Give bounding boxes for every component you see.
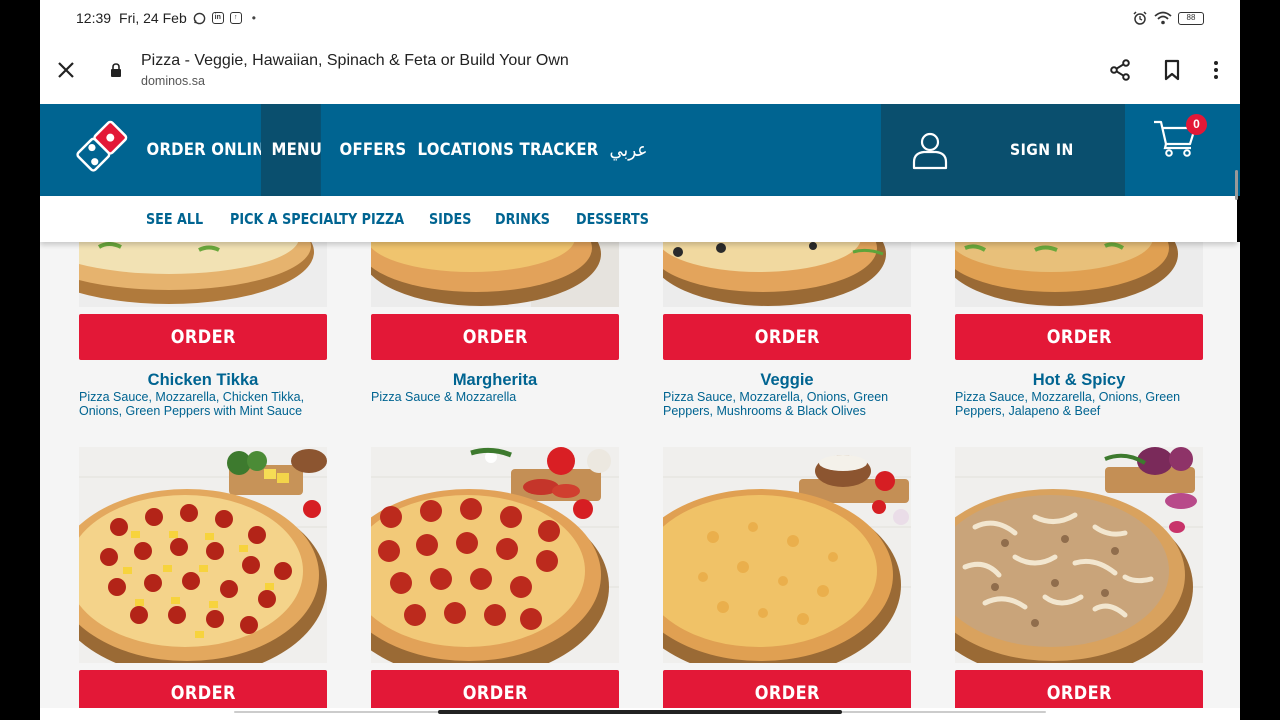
- order-button[interactable]: ORDER: [663, 670, 911, 708]
- scrollbar[interactable]: [1235, 170, 1238, 200]
- menu-subnav: SEE ALL PICK A SPECIALTY PIZZA SIDES DRI…: [40, 196, 1237, 242]
- page-url[interactable]: dominos.sa: [141, 74, 205, 88]
- pizza-image: [663, 447, 911, 663]
- pizza-image: [955, 447, 1203, 663]
- nav-menu[interactable]: MENU: [261, 104, 322, 196]
- pizza-image: [79, 447, 327, 663]
- order-button[interactable]: ORDER: [79, 314, 327, 360]
- lock-icon: [111, 63, 121, 77]
- pizza-image: [955, 242, 1203, 307]
- whatsapp-icon: [193, 12, 206, 24]
- dominos-logo[interactable]: [68, 118, 130, 180]
- pizza-image: [79, 242, 327, 307]
- pizza-image: [371, 242, 619, 307]
- upload-icon: ↑: [229, 12, 242, 24]
- gesture-bar: [40, 708, 1240, 720]
- user-icon: [912, 132, 948, 170]
- menu-grid: ORDER Chicken Tikka Pizza Sauce, Mozzare…: [40, 242, 1240, 708]
- close-icon[interactable]: [54, 58, 78, 82]
- order-button[interactable]: ORDER: [663, 314, 911, 360]
- browser-toolbar: Pizza - Veggie, Hawaiian, Spinach & Feta…: [40, 36, 1240, 104]
- alarm-icon: [1133, 11, 1147, 25]
- nav-locations[interactable]: LOCATIONS: [407, 104, 514, 196]
- main-nav: ORDER ONLINE MENU OFFERS LOCATIONS TRACK…: [136, 104, 666, 196]
- subnav-sides[interactable]: SIDES: [429, 210, 471, 228]
- more-notifications-icon: •: [251, 11, 256, 25]
- order-button[interactable]: ORDER: [371, 314, 619, 360]
- subnav-desserts[interactable]: DESSERTS: [576, 210, 649, 228]
- page-title: Pizza - Veggie, Hawaiian, Spinach & Feta…: [141, 52, 569, 69]
- status-time: 12:39: [76, 10, 112, 26]
- pizza-image: [663, 242, 911, 307]
- subnav-drinks[interactable]: DRINKS: [495, 210, 550, 228]
- nav-offers[interactable]: OFFERS: [329, 104, 407, 196]
- pizza-description: Pizza Sauce, Mozzarella, Chicken Tikka, …: [79, 390, 305, 418]
- pizza-name[interactable]: Hot & Spicy: [955, 371, 1203, 390]
- cart-count-badge: 0: [1186, 114, 1207, 135]
- nav-tracker[interactable]: TRACKER: [509, 104, 599, 196]
- home-indicator[interactable]: [438, 710, 842, 714]
- nav-arabic[interactable]: عربي: [599, 104, 658, 196]
- order-button[interactable]: ORDER: [955, 670, 1203, 708]
- status-date: Fri, 24 Feb: [119, 10, 187, 26]
- more-options-icon[interactable]: [1204, 58, 1228, 82]
- site-header: ORDER ONLINE MENU OFFERS LOCATIONS TRACK…: [40, 104, 1240, 196]
- sign-in-label: SIGN IN: [1010, 140, 1074, 159]
- pizza-description: Pizza Sauce, Mozzarella, Onions, Green P…: [955, 390, 1181, 418]
- bookmark-icon[interactable]: [1160, 58, 1184, 82]
- status-bar: 12:39 Fri, 24 Feb in ↑ • 88: [40, 0, 1240, 36]
- pizza-description: Pizza Sauce, Mozzarella, Onions, Green P…: [663, 390, 889, 418]
- sign-in-button[interactable]: SIGN IN: [881, 104, 1125, 196]
- subnav-see-all[interactable]: SEE ALL: [146, 210, 203, 228]
- order-button[interactable]: ORDER: [79, 670, 327, 708]
- subnav-specialty-pizza[interactable]: PICK A SPECIALTY PIZZA: [230, 210, 404, 228]
- battery-icon: 88: [1178, 11, 1204, 25]
- nav-order-online[interactable]: ORDER ONLINE: [136, 104, 276, 196]
- pizza-name[interactable]: Chicken Tikka: [79, 371, 327, 390]
- order-button[interactable]: ORDER: [955, 314, 1203, 360]
- linkedin-icon: in: [211, 12, 224, 24]
- pizza-image: [371, 447, 619, 663]
- pizza-name[interactable]: Margherita: [371, 371, 619, 390]
- order-button[interactable]: ORDER: [371, 670, 619, 708]
- pizza-description: Pizza Sauce & Mozzarella: [371, 390, 517, 404]
- share-icon[interactable]: [1108, 58, 1132, 82]
- pizza-name[interactable]: Veggie: [663, 371, 911, 390]
- wifi-icon: [1154, 11, 1172, 25]
